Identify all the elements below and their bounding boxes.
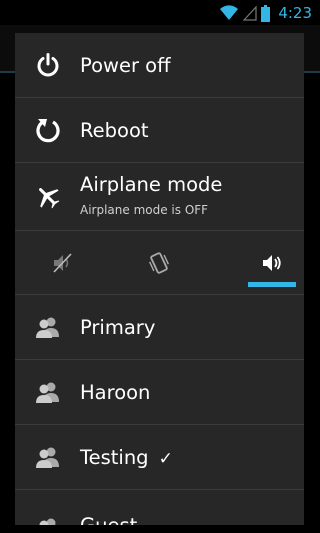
users-icon [33,513,63,525]
check-icon: ✓ [158,448,173,469]
power-off-item[interactable]: Power off [15,33,304,98]
vibrate-mode-button[interactable] [111,231,207,294]
power-icon [33,50,63,80]
user-name: Primary [80,315,156,339]
sound-mode-selector [15,231,304,295]
reboot-icon [33,115,63,145]
user-item-testing[interactable]: Testing ✓ [15,425,304,490]
users-icon [33,377,63,407]
user-name: Haroon [80,380,151,404]
sound-mode-selected-indicator [248,282,296,287]
reboot-label: Reboot [80,118,149,142]
airplane-mode-label: Airplane mode [80,173,223,196]
user-name: Guest [80,514,137,525]
reboot-item[interactable]: Reboot [15,98,304,163]
airplane-mode-item[interactable]: Airplane mode Airplane mode is OFF [15,163,304,231]
wifi-icon [220,5,239,21]
vibrate-icon [149,251,169,274]
silent-mode-button[interactable] [15,231,111,294]
user-item-haroon[interactable]: Haroon [15,360,304,425]
battery-icon [261,4,271,22]
user-item-guest[interactable]: Guest [15,490,304,525]
clock: 4:23 [278,4,312,22]
status-bar: 4:23 [0,0,320,25]
user-name-text: Testing [80,445,149,469]
power-off-label: Power off [80,53,171,77]
users-icon [33,442,63,472]
signal-icon [243,5,257,21]
power-menu-dialog: Power off Reboot Airplane mode Airplane … [15,33,304,525]
speaker-icon [263,254,281,271]
airplane-icon [33,182,63,212]
silent-icon [53,252,72,273]
user-name: Testing ✓ [80,446,173,469]
users-icon [33,312,63,342]
user-item-primary[interactable]: Primary [15,295,304,360]
airplane-mode-status: Airplane mode is OFF [80,203,209,217]
